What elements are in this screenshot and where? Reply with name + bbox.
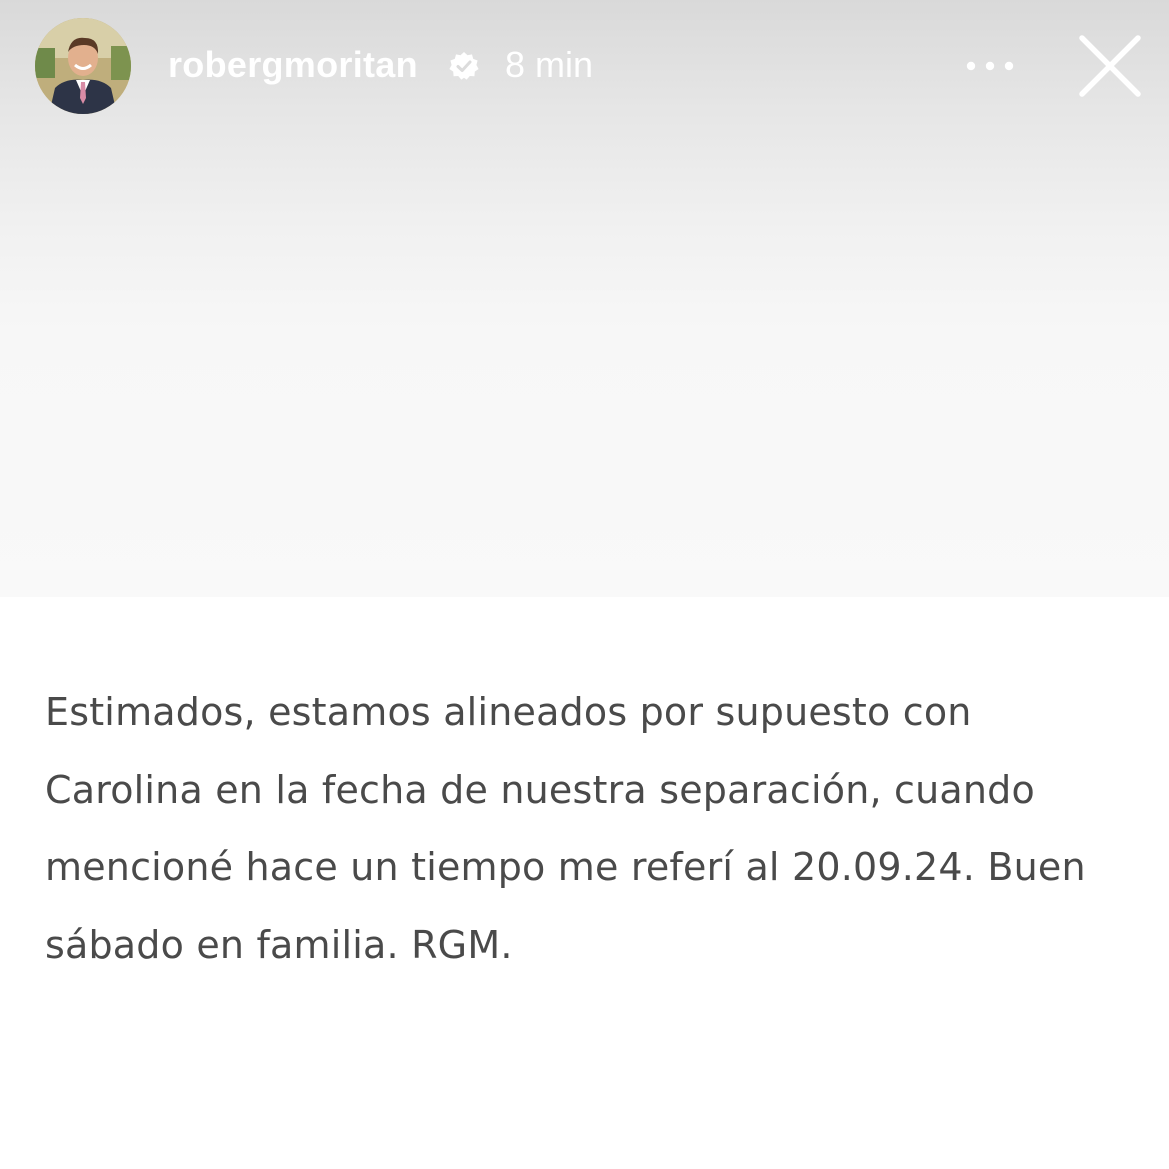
message-line: mencioné hace un tiempo me referí al 20.… bbox=[45, 845, 1086, 889]
post-timestamp: 8 min bbox=[505, 44, 594, 85]
avatar[interactable] bbox=[35, 18, 131, 114]
story-header: robergmoritan 8 min bbox=[0, 0, 1169, 130]
verified-badge-icon bbox=[449, 52, 479, 80]
close-icon[interactable] bbox=[1076, 32, 1144, 100]
more-options-icon[interactable] bbox=[960, 48, 1020, 84]
message-line: sábado en familia. RGM. bbox=[45, 922, 513, 967]
message-line: Estimados, estamos alineados por supuest… bbox=[45, 690, 972, 734]
message-line: Carolina en la fecha de nuestra separaci… bbox=[45, 767, 1035, 812]
avatar-photo bbox=[35, 18, 131, 114]
story-viewer: robergmoritan 8 min Estimados, estamos a… bbox=[0, 0, 1169, 1169]
post-message: Estimados, estamos alineados por supuest… bbox=[45, 674, 1145, 984]
username[interactable]: robergmoritan bbox=[168, 42, 418, 88]
